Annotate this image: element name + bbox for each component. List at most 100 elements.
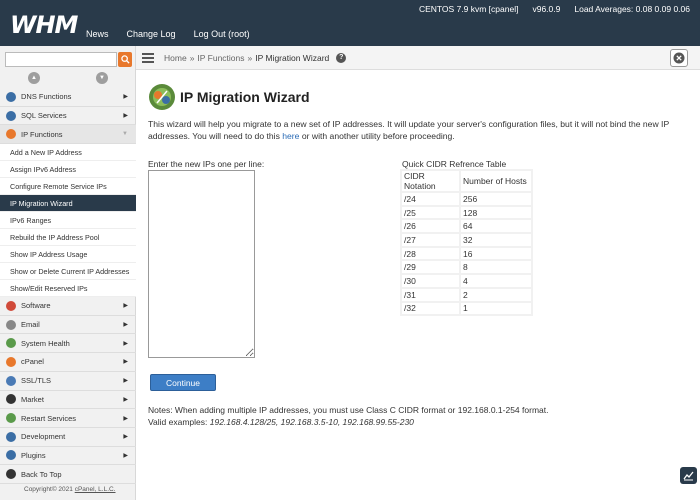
cidr-column-header: CIDR Notation [402, 171, 459, 191]
dns-functions-icon [6, 91, 16, 102]
cidr-notation-cell: /25 [402, 206, 459, 219]
new-ips-textarea[interactable] [148, 170, 255, 358]
chevron-down-icon: ▼ [122, 131, 128, 138]
chevron-right-icon: ▶ [123, 303, 128, 310]
scroll-down-button[interactable]: ▼ [96, 72, 108, 84]
sidebar-search [5, 52, 132, 67]
sidebar-subitem-add-a-new-ip-address[interactable]: Add a New IP Address [0, 144, 136, 162]
sidebar-item-plugins[interactable]: Plugins ▶ [0, 447, 136, 466]
cidr-column-header: Number of Hosts [461, 171, 531, 191]
whm-logo[interactable]: WHM [10, 11, 78, 39]
cidr-notation-cell: /32 [402, 302, 459, 315]
ip-functions-icon [6, 129, 16, 140]
chevron-right-icon: ▶ [123, 452, 128, 459]
breadcrumb-bar: Home » IP Functions » IP Migration Wizar… [136, 46, 700, 70]
here-link[interactable]: here [282, 131, 299, 141]
breadcrumb-section[interactable]: IP Functions [197, 53, 244, 63]
sql-services-icon [6, 110, 16, 121]
sidebar-item-label: System Health [21, 338, 70, 348]
top-nav: News Change Log Log Out (root) [86, 29, 250, 39]
sidebar-subitem-configure-remote-service-ips[interactable]: Configure Remote Service IPs [0, 178, 136, 196]
nav-news-link[interactable]: News [86, 29, 109, 39]
sidebar-subitem-ip-migration-wizard[interactable]: IP Migration Wizard [0, 195, 136, 213]
software-icon [6, 300, 16, 311]
page-title: IP Migration Wizard [180, 89, 310, 105]
nav-change-log-link[interactable]: Change Log [127, 29, 176, 39]
cidr-notation-cell: /26 [402, 220, 459, 233]
cidr-table-title: Quick CIDR Refrence Table [402, 159, 507, 169]
table-row: /30 4 [402, 275, 531, 287]
ip-migration-icon [149, 84, 175, 110]
market-icon [6, 394, 16, 405]
sidebar-subitem-assign-ipv6-address[interactable]: Assign IPv6 Address [0, 161, 136, 179]
help-icon[interactable]: ? [336, 53, 347, 63]
sidebar-item-label: SQL Services [21, 111, 67, 121]
sidebar-item-label: IP Functions [21, 129, 63, 139]
system-health-icon [6, 338, 16, 349]
chevron-right-icon: ▶ [123, 113, 128, 120]
sidebar-item-label: Development [21, 432, 66, 442]
analytics-button[interactable] [680, 467, 697, 484]
notes-text: Notes: When adding multiple IP addresses… [148, 405, 549, 415]
breadcrumb-home[interactable]: Home [164, 53, 187, 63]
sidebar-subitem-show-ip-address-usage[interactable]: Show IP Address Usage [0, 246, 136, 264]
table-row: /25 128 [402, 206, 531, 219]
search-icon [120, 55, 130, 64]
sidebar-subitem-ipv6-ranges[interactable]: IPv6 Ranges [0, 212, 136, 230]
page-header: IP Migration Wizard [148, 83, 310, 111]
cpanel-link[interactable]: cPanel, L.L.C. [75, 486, 116, 493]
sidebar-subitem-show-edit-reserved-ips[interactable]: Show/Edit Reserved IPs [0, 280, 136, 298]
continue-button[interactable]: Continue [150, 374, 216, 391]
close-button[interactable] [670, 49, 688, 67]
sidebar-item-email[interactable]: Email ▶ [0, 316, 136, 335]
chevron-right-icon: ▶ [123, 378, 128, 385]
sidebar-subitem-show-or-delete-current-ip-addresses[interactable]: Show or Delete Current IP Addresses [0, 263, 136, 281]
host-count-cell: 8 [461, 261, 531, 274]
intro-text: This wizard will help you migrate to a n… [148, 119, 670, 141]
search-button[interactable] [118, 52, 132, 67]
nav-logout-link[interactable]: Log Out (root) [194, 29, 250, 39]
top-bar: WHM News Change Log Log Out (root) CENTO… [0, 0, 700, 46]
host-count-cell: 1 [461, 302, 531, 315]
sidebar-item-label: Email [21, 320, 40, 330]
table-row: /29 8 [402, 261, 531, 274]
sidebar-item-market[interactable]: Market ▶ [0, 391, 136, 410]
sidebar-item-ssl-tls[interactable]: SSL/TLS ▶ [0, 372, 136, 391]
sidebar-item-development[interactable]: Development ▶ [0, 428, 136, 447]
cidr-notation-cell: /30 [402, 275, 459, 287]
chevron-right-icon: ▶ [123, 396, 128, 403]
sidebar-item-label: Restart Services [21, 413, 77, 423]
version-info: v96.0.9 [532, 4, 561, 14]
chevron-down-icon: ▼ [99, 75, 105, 81]
sidebar-item-restart-services[interactable]: Restart Services ▶ [0, 409, 136, 428]
table-row: /27 32 [402, 234, 531, 246]
breadcrumb: Home » IP Functions » IP Migration Wizar… [164, 53, 347, 63]
cidr-header-row: CIDR Notation Number of Hosts [402, 171, 531, 191]
chevron-right-icon: ▶ [123, 359, 128, 366]
sidebar-item-dns-functions[interactable]: DNS Functions ▶ [0, 88, 136, 107]
sidebar-subitem-rebuild-the-ip-address-pool[interactable]: Rebuild the IP Address Pool [0, 229, 136, 247]
sidebar-menu: DNS Functions ▶ SQL Services ▶ IP Functions ▼… [0, 88, 136, 484]
sidebar-item-system-health[interactable]: System Health ▶ [0, 334, 136, 354]
cidr-table: CIDR Notation Number of Hosts/24 256/25 128… [400, 169, 533, 317]
search-input[interactable] [5, 52, 117, 67]
copyright: Copyright© 2021 cPanel, L.L.C. [24, 486, 116, 493]
sidebar-item-cpanel[interactable]: cPanel ▶ [0, 353, 136, 372]
sidebar-item-back-to-top[interactable]: Back To Top [0, 465, 136, 484]
chevron-up-icon: ▲ [31, 75, 37, 81]
table-row: /28 16 [402, 247, 531, 260]
sidebar-item-label: SSL/TLS [21, 376, 52, 386]
menu-toggle-icon[interactable] [142, 53, 154, 65]
sidebar-item-label: Plugins [21, 450, 46, 460]
sidebar-scroll-controls: ▲ ▼ [0, 71, 136, 85]
scroll-up-button[interactable]: ▲ [28, 72, 40, 84]
cidr-notation-cell: /24 [402, 193, 459, 205]
cpanel-icon [6, 356, 16, 367]
table-row: /24 256 [402, 193, 531, 205]
sidebar-item-ip-functions[interactable]: IP Functions ▼ [0, 125, 136, 145]
cidr-notation-cell: /27 [402, 234, 459, 246]
os-info: CENTOS 7.9 kvm [cpanel] [418, 4, 519, 14]
cidr-notation-cell: /31 [402, 288, 459, 301]
sidebar-item-software[interactable]: Software ▶ [0, 297, 136, 316]
sidebar-item-sql-services[interactable]: SQL Services ▶ [0, 107, 136, 126]
